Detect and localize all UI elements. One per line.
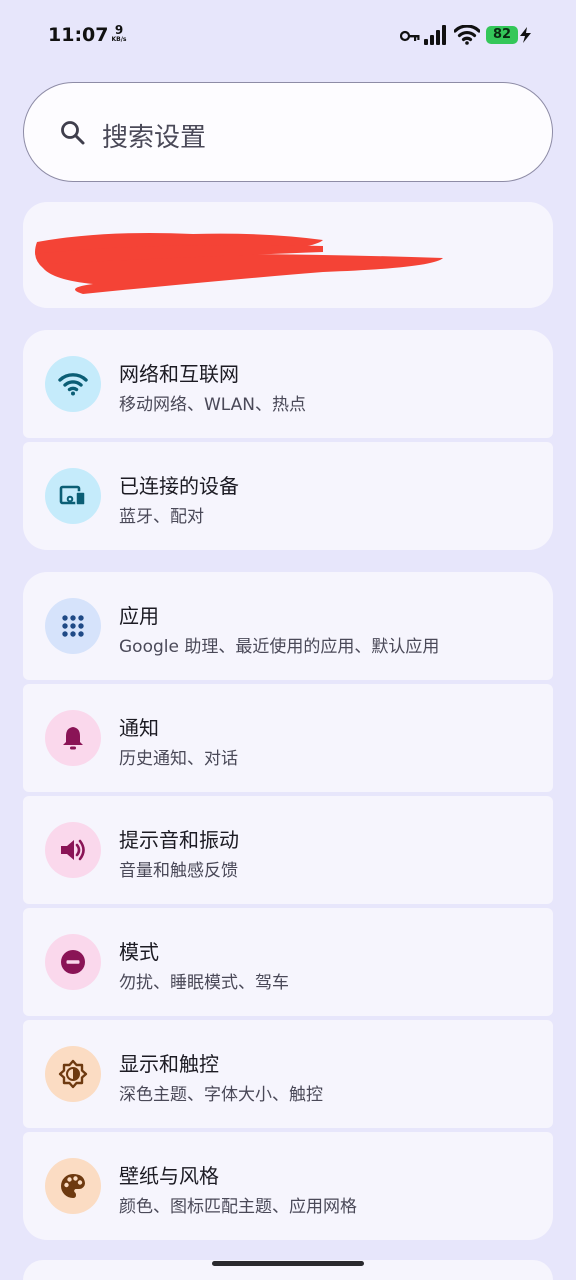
settings-item-notifications[interactable]: 通知 历史通知、对话: [23, 684, 553, 792]
settings-item-subtitle: 勿扰、睡眠模式、驾车: [119, 973, 289, 993]
battery-icon: 82: [486, 26, 518, 44]
settings-item-connected-devices[interactable]: 已连接的设备 蓝牙、配对: [23, 442, 553, 550]
gesture-nav-handle[interactable]: [212, 1261, 364, 1266]
network-speed-value: 9: [114, 23, 124, 37]
palette-icon: [45, 1158, 101, 1214]
signal-icon: [424, 25, 446, 45]
settings-item-subtitle: 蓝牙、配对: [119, 507, 204, 527]
settings-item-title: 应用: [119, 604, 159, 628]
search-icon: [61, 121, 85, 145]
status-time: 11:07: [48, 24, 109, 46]
settings-item-subtitle: 深色主题、字体大小、触控: [119, 1085, 323, 1105]
settings-item-title: 网络和互联网: [119, 362, 239, 386]
settings-item-title: 提示音和振动: [119, 828, 239, 852]
status-icons: 82: [400, 24, 531, 46]
search-placeholder: 搜索设置: [102, 123, 207, 153]
devices-icon: [45, 468, 101, 524]
network-speed-unit: KB/s: [111, 36, 127, 43]
bell-icon: [45, 710, 101, 766]
settings-item-title: 通知: [119, 716, 159, 740]
search-bar[interactable]: 搜索设置: [23, 82, 553, 182]
network-speed: 9 KB/s: [108, 24, 130, 43]
speaker-icon: [45, 822, 101, 878]
settings-item-subtitle: 颜色、图标匹配主题、应用网格: [119, 1197, 357, 1217]
settings-item-sound[interactable]: 提示音和振动 音量和触感反馈: [23, 796, 553, 904]
status-bar: 11:07 9 KB/s 82: [0, 0, 576, 70]
settings-item-modes[interactable]: 模式 勿扰、睡眠模式、驾车: [23, 908, 553, 1016]
redaction-mark: [35, 233, 443, 294]
do-not-disturb-icon: [45, 934, 101, 990]
settings-item-apps[interactable]: 应用 Google 助理、最近使用的应用、默认应用: [23, 572, 553, 680]
settings-item-title: 壁纸与风格: [119, 1164, 219, 1188]
settings-item-display[interactable]: 显示和触控 深色主题、字体大小、触控: [23, 1020, 553, 1128]
settings-item-subtitle: 历史通知、对话: [119, 749, 238, 769]
settings-item-title: 已连接的设备: [119, 474, 239, 498]
brightness-icon: [45, 1046, 101, 1102]
key-icon: [400, 30, 420, 42]
wifi-icon: [45, 356, 101, 412]
settings-item-subtitle: Google 助理、最近使用的应用、默认应用: [119, 637, 440, 657]
settings-item-subtitle: 移动网络、WLAN、热点: [119, 395, 307, 415]
account-card[interactable]: 置: [23, 202, 553, 308]
settings-item-network[interactable]: 网络和互联网 移动网络、WLAN、热点: [23, 330, 553, 438]
apps-grid-icon: [45, 598, 101, 654]
settings-item-title: 显示和触控: [119, 1052, 219, 1076]
wifi-icon: [454, 25, 480, 45]
settings-item-subtitle: 音量和触感反馈: [119, 861, 238, 881]
charging-icon: [520, 27, 531, 43]
settings-item-wallpaper[interactable]: 壁纸与风格 颜色、图标匹配主题、应用网格: [23, 1132, 553, 1240]
settings-item-title: 模式: [119, 940, 159, 964]
